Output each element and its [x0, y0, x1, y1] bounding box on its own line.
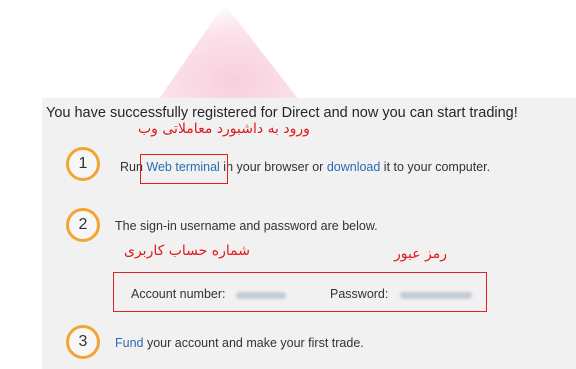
step-2-text: The sign-in username and password are be… — [115, 219, 378, 233]
annotation-account-number: شماره حساب کاربری — [124, 243, 250, 259]
highlight-web-terminal — [140, 154, 228, 184]
step-3-text: Fund your account and make your first tr… — [115, 336, 364, 350]
step-1-circle: 1 — [66, 147, 100, 181]
annotation-dashboard: ورود به داشبورد معاملاتی وب — [138, 121, 310, 137]
step-1-post: it to your computer. — [380, 160, 491, 174]
registration-panel — [42, 98, 576, 369]
step-2-circle: 2 — [66, 208, 100, 242]
step-3-post: your account and make your first trade. — [143, 336, 364, 350]
password-value-redacted — [400, 292, 472, 299]
step-3-circle: 3 — [66, 325, 100, 359]
step-1-mid: in your browser or — [219, 160, 327, 174]
fund-link[interactable]: Fund — [115, 336, 144, 350]
password-label: Password: — [330, 287, 389, 301]
annotation-password: رمز عبور — [394, 246, 448, 262]
success-heading: You have successfully registered for Dir… — [46, 105, 518, 121]
account-number-value-redacted — [236, 292, 286, 299]
download-link[interactable]: download — [327, 160, 381, 174]
account-number-label: Account number: — [131, 287, 226, 301]
